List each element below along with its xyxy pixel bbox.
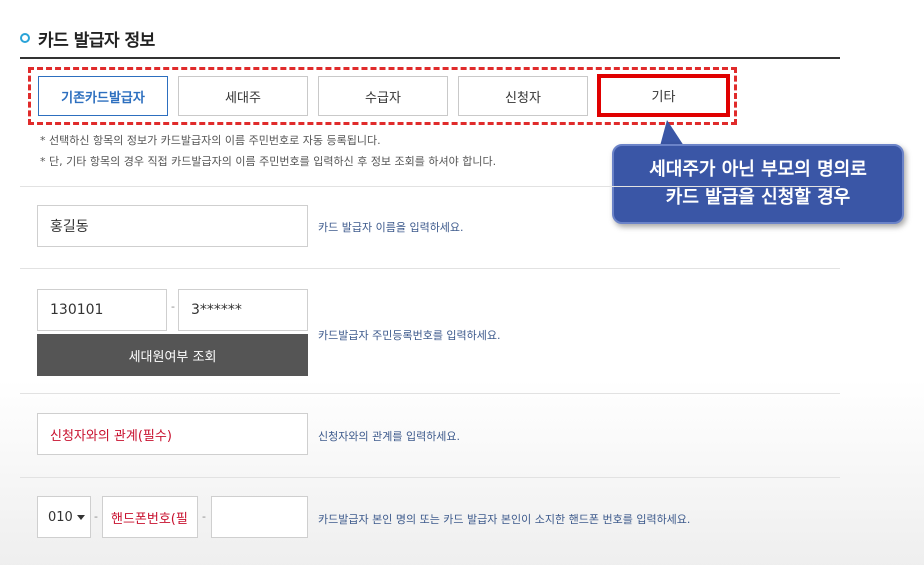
- phone-middle-input[interactable]: 핸드폰번호(필: [102, 496, 198, 538]
- tab-applicant[interactable]: 신청자: [458, 76, 588, 116]
- tab-head-of-household[interactable]: 세대주: [178, 76, 308, 116]
- household-lookup-button[interactable]: 세대원여부 조회: [37, 334, 308, 376]
- row-divider: [20, 477, 840, 478]
- manual-input-note: * 단, 기타 항목의 경우 직접 카드발급자의 이름 주민번호를 입력하신 후…: [40, 155, 497, 168]
- name-help-text: 카드 발급자 이름을 입력하세요.: [318, 221, 464, 234]
- section-title: 카드 발급자 정보: [38, 30, 155, 51]
- tab-label: 기존카드발급자: [61, 90, 145, 106]
- tab-other[interactable]: 기타: [597, 74, 730, 117]
- callout-bubble: 세대주가 아닌 부모의 명의로 카드 발급을 신청할 경우: [612, 144, 904, 224]
- auto-register-note: * 선택하신 항목의 정보가 카드발급자의 이름 주민번호로 자동 등록됩니다.: [40, 134, 381, 147]
- circle-bullet-icon: [20, 33, 30, 43]
- dropdown-caret-icon: [76, 514, 85, 520]
- phone-help-text: 카드발급자 본인 명의 또는 카드 발급자 본인이 소지한 핸드폰 번호를 입력…: [318, 513, 691, 526]
- rrn-front-input[interactable]: 130101: [37, 289, 167, 331]
- lookup-button-label: 세대원여부 조회: [128, 349, 217, 365]
- section-header: 카드 발급자 정보: [20, 27, 155, 51]
- tab-label: 기타: [651, 90, 676, 105]
- phone-prefix-value: 010: [48, 509, 73, 525]
- phone-dash-2: -: [202, 510, 206, 523]
- phone-prefix-select[interactable]: 010: [37, 496, 91, 538]
- rrn-dash: -: [171, 300, 175, 313]
- row-divider: [20, 186, 840, 187]
- tab-existing-card-holder[interactable]: 기존카드발급자: [38, 76, 168, 116]
- row-divider: [20, 393, 840, 394]
- phone-dash-1: -: [94, 510, 98, 523]
- rrn-help-text: 카드발급자 주민등록번호를 입력하세요.: [318, 329, 501, 342]
- tab-label: 신청자: [505, 90, 541, 106]
- callout-line-1: 세대주가 아닌 부모의 명의로: [649, 159, 867, 180]
- callout-tail: [660, 120, 684, 146]
- tab-label: 수급자: [365, 90, 401, 106]
- tab-label: 세대주: [225, 90, 261, 106]
- relation-input[interactable]: 신청자와의 관계(필수): [37, 413, 308, 455]
- relation-help-text: 신청자와의 관계를 입력하세요.: [318, 430, 461, 443]
- row-divider: [20, 268, 840, 269]
- header-divider: [20, 57, 840, 59]
- callout-line-2: 카드 발급을 신청할 경우: [665, 187, 851, 208]
- name-input[interactable]: 홍길동: [37, 205, 308, 247]
- phone-last-input[interactable]: [211, 496, 308, 538]
- tab-recipient[interactable]: 수급자: [318, 76, 448, 116]
- rrn-back-input[interactable]: 3******: [178, 289, 308, 331]
